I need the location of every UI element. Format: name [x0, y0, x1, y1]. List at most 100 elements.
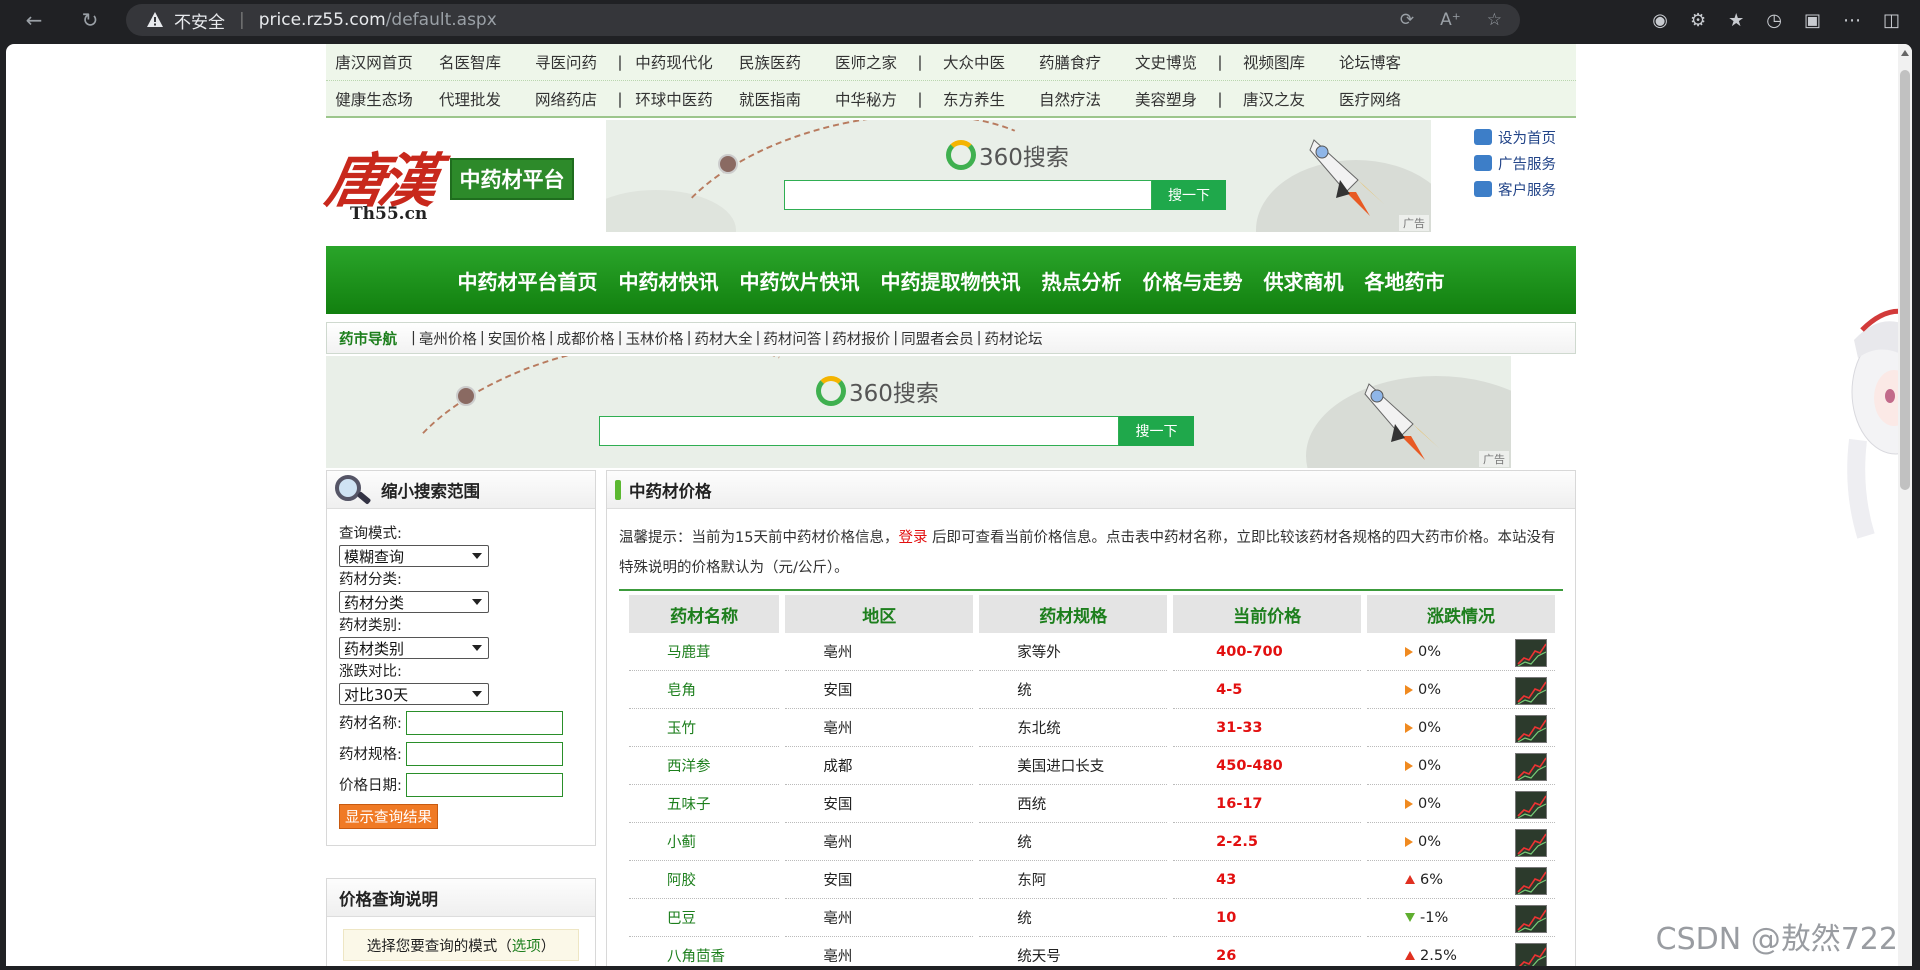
top-link[interactable]: 美容塑身: [1118, 88, 1214, 110]
screenshot-icon[interactable]: ▣: [1804, 10, 1821, 31]
trend-chart-icon[interactable]: [1515, 753, 1547, 781]
compare-select[interactable]: 对比30天: [339, 683, 489, 705]
top-link[interactable]: 民族医药: [722, 51, 818, 73]
ad-search-button[interactable]: 搜一下: [1152, 180, 1226, 210]
market-nav-item[interactable]: 成都价格: [554, 328, 618, 349]
top-link[interactable]: 中药现代化: [626, 51, 722, 73]
main-nav-item[interactable]: 价格与走势: [1143, 266, 1243, 295]
trend-chart-icon[interactable]: [1515, 639, 1547, 667]
price-table-header-cell[interactable]: 药材名称: [629, 595, 780, 633]
top-link[interactable]: 名医智库: [422, 51, 518, 73]
top-link[interactable]: 视频图库: [1226, 51, 1322, 73]
price-table-header-cell[interactable]: 涨跌情况: [1367, 595, 1555, 633]
ad-search-input[interactable]: [599, 416, 1119, 446]
main-nav-item[interactable]: 中药材平台首页: [458, 266, 598, 295]
top-link[interactable]: 医师之家: [818, 51, 914, 73]
market-nav-item[interactable]: 亳州价格: [416, 328, 480, 349]
herb-name-link[interactable]: 皂角: [629, 671, 780, 709]
market-nav-title[interactable]: 药市导航: [339, 328, 397, 349]
trend-chart-icon[interactable]: [1515, 829, 1547, 857]
top-link[interactable]: 大众中医: [926, 51, 1022, 73]
reload-icon[interactable]: ↻: [72, 2, 108, 38]
top-link[interactable]: 药膳食疗: [1022, 51, 1118, 73]
sidebar-icon[interactable]: ◫: [1883, 10, 1900, 31]
top-link[interactable]: 论坛博客: [1322, 51, 1418, 73]
history-icon[interactable]: ◷: [1766, 10, 1782, 31]
ad-search-input[interactable]: [784, 180, 1152, 210]
herb-name-link[interactable]: 阿胶: [629, 861, 780, 899]
main-nav-item[interactable]: 热点分析: [1042, 266, 1122, 295]
mid-ad-banner[interactable]: 360搜索 搜一下 广告: [326, 356, 1511, 468]
herb-name-link[interactable]: 八角茴香: [629, 937, 779, 966]
market-nav-item[interactable]: 药材大全: [691, 328, 755, 349]
ad-search-button[interactable]: 搜一下: [1119, 416, 1194, 446]
top-link[interactable]: 东方养生: [926, 88, 1022, 110]
customer-service-link[interactable]: 客户服务: [1474, 176, 1570, 202]
top-link[interactable]: 代理批发: [422, 88, 518, 110]
trend-chart-icon[interactable]: [1515, 677, 1547, 705]
main-nav-item[interactable]: 各地药市: [1365, 266, 1445, 295]
ad-service-link[interactable]: 广告服务: [1474, 150, 1570, 176]
security-label[interactable]: 不安全: [174, 8, 225, 33]
mode-select[interactable]: 模糊查询: [339, 545, 489, 567]
top-link[interactable]: 医疗网络: [1322, 88, 1418, 110]
price-table-header-cell[interactable]: 药材规格: [979, 595, 1168, 633]
profile-extension-icon[interactable]: ◉: [1652, 10, 1668, 31]
trend-chart-icon[interactable]: [1515, 715, 1547, 743]
main-nav-item[interactable]: 中药材快讯: [619, 266, 719, 295]
top-link[interactable]: 就医指南: [722, 88, 818, 110]
name-input[interactable]: [405, 710, 563, 735]
favorites-icon[interactable]: ★: [1728, 10, 1744, 31]
market-nav-item[interactable]: 安国价格: [485, 328, 549, 349]
extensions-icon[interactable]: ⚙: [1690, 10, 1706, 31]
category-select[interactable]: 药材分类: [339, 591, 489, 613]
trend-chart-icon[interactable]: [1515, 905, 1547, 933]
help-tip-link[interactable]: 选项: [512, 935, 541, 956]
trend-chart-icon[interactable]: [1515, 867, 1547, 895]
top-link[interactable]: 自然疗法: [1022, 88, 1118, 110]
favorite-star-icon[interactable]: ☆: [1487, 10, 1502, 30]
read-aloud-icon[interactable]: A⁺: [1440, 10, 1461, 30]
main-nav-item[interactable]: 供求商机: [1264, 266, 1344, 295]
scrollbar-thumb[interactable]: [1900, 70, 1910, 490]
scroll-up-icon[interactable]: [1901, 50, 1909, 56]
price-table-header-cell[interactable]: 当前价格: [1173, 595, 1362, 633]
top-link[interactable]: 环球中医药: [626, 88, 722, 110]
page-scrollbar[interactable]: [1898, 44, 1912, 966]
price-table-header-cell[interactable]: 地区: [785, 595, 974, 633]
date-input[interactable]: [405, 772, 563, 797]
herb-name-link[interactable]: 马鹿茸: [629, 633, 780, 671]
herb-name-link[interactable]: 巴豆: [629, 899, 780, 937]
header-ad-banner[interactable]: 360搜索 搜一下 广告: [606, 120, 1431, 232]
top-link[interactable]: 文史博览: [1118, 51, 1214, 73]
more-menu-icon[interactable]: ⋯: [1843, 10, 1861, 31]
herb-name-link[interactable]: 小蓟: [629, 823, 780, 861]
main-nav-item[interactable]: 中药饮片快讯: [740, 266, 860, 295]
address-bar[interactable]: 不安全 | price.rz55.com/default.aspx ⟳ A⁺ ☆: [126, 4, 1520, 36]
top-link[interactable]: 网络药店: [518, 88, 614, 110]
herb-name-link[interactable]: 西洋参: [629, 747, 780, 785]
top-link[interactable]: 中华秘方: [818, 88, 914, 110]
market-nav-item[interactable]: 药材论坛: [982, 328, 1046, 349]
edge-refresh-icon[interactable]: ⟳: [1400, 10, 1414, 30]
main-nav-item[interactable]: 中药提取物快讯: [881, 266, 1021, 295]
market-nav-item[interactable]: 药材问答: [760, 328, 824, 349]
set-homepage-link[interactable]: 设为首页: [1474, 124, 1570, 150]
site-logo[interactable]: 唐漢 中药材平台 Th55.cn: [321, 134, 576, 230]
market-nav-item[interactable]: 玉林价格: [623, 328, 687, 349]
back-icon[interactable]: ←: [16, 2, 52, 38]
market-nav-item[interactable]: 同盟者会员: [898, 328, 977, 349]
trend-chart-icon[interactable]: [1515, 791, 1547, 819]
top-link[interactable]: 唐汉之友: [1226, 88, 1322, 110]
login-link[interactable]: 登录: [898, 530, 927, 546]
trend-chart-icon[interactable]: [1515, 943, 1547, 966]
submit-query-button[interactable]: 显示查询结果: [339, 804, 438, 829]
top-link[interactable]: 寻医问药: [518, 51, 614, 73]
type-select[interactable]: 药材类别: [339, 637, 489, 659]
spec-input[interactable]: [405, 741, 563, 766]
top-link[interactable]: 唐汉网首页: [326, 51, 422, 73]
herb-name-link[interactable]: 五味子: [629, 785, 780, 823]
top-link[interactable]: 健康生态场: [326, 88, 422, 110]
market-nav-item[interactable]: 药材报价: [829, 328, 893, 349]
herb-name-link[interactable]: 玉竹: [629, 709, 780, 747]
